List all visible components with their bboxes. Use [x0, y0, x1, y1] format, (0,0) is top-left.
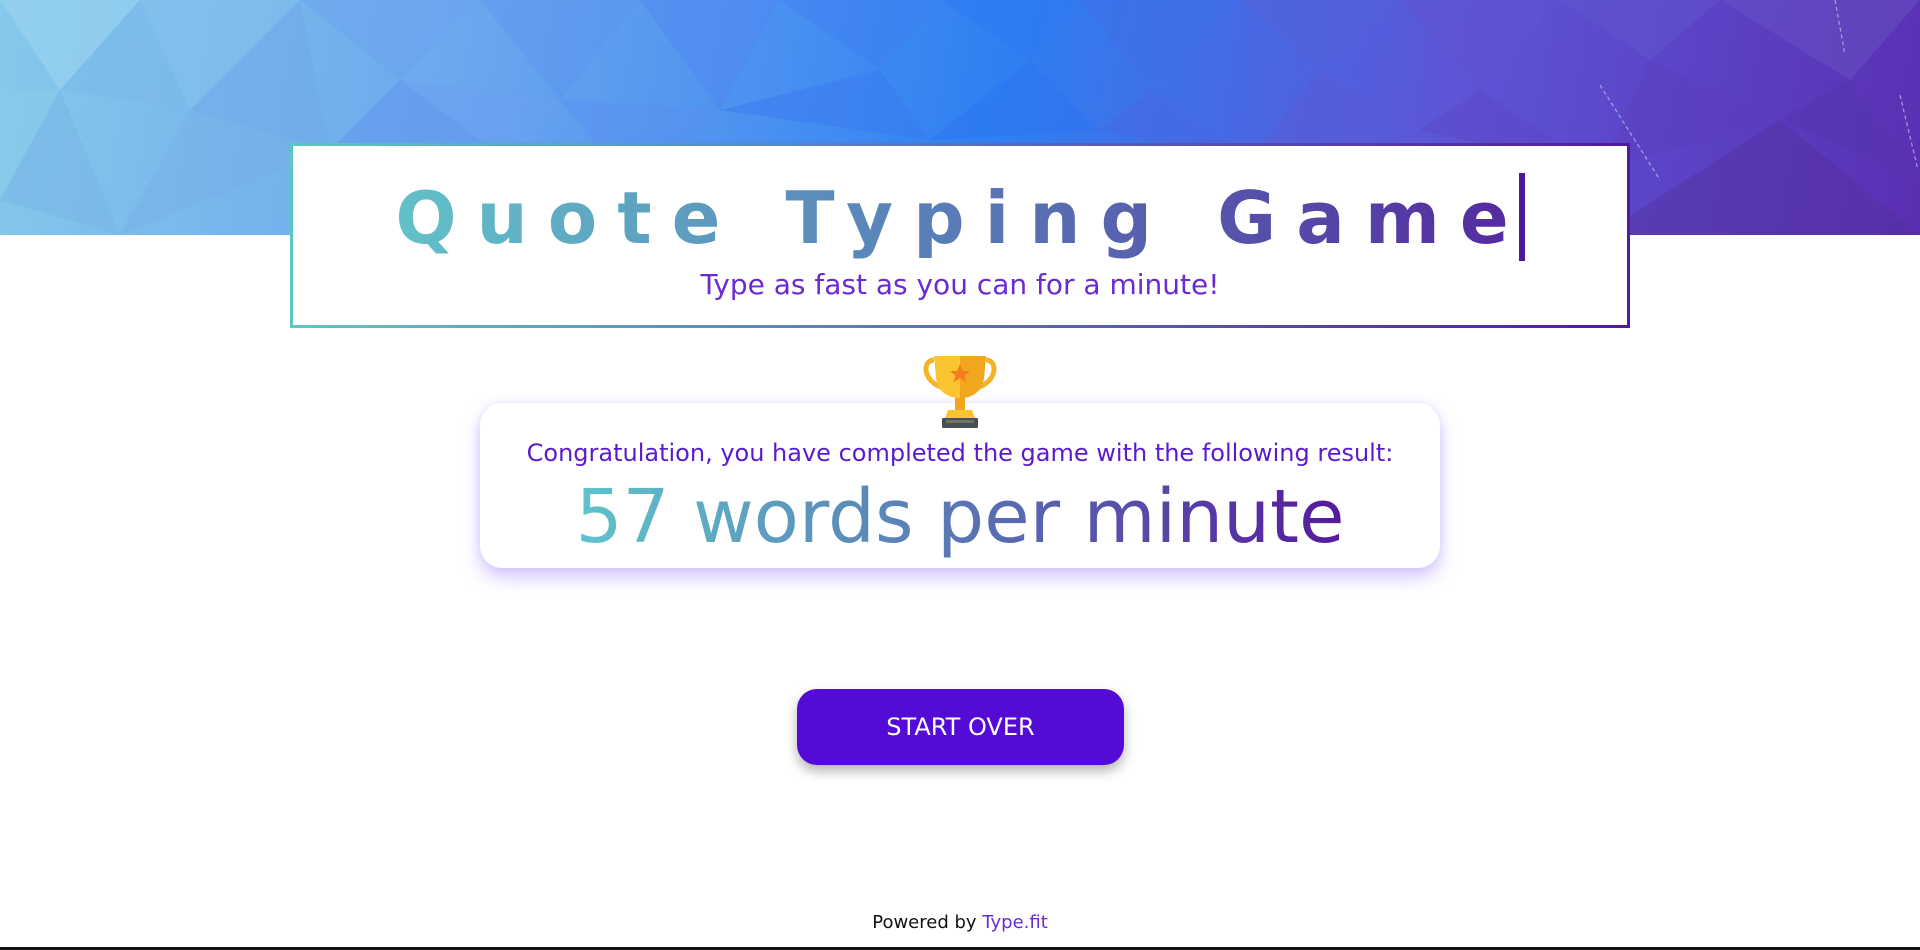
page: Quote Typing Game Type as fast as you ca… [0, 0, 1920, 950]
start-over-button[interactable]: START OVER [797, 689, 1124, 765]
wpm-result: 57 words per minute [575, 474, 1345, 560]
title-card: Quote Typing Game Type as fast as you ca… [290, 143, 1630, 328]
text-cursor [1518, 173, 1525, 261]
trophy-icon [920, 352, 1000, 430]
page-subtitle: Type as fast as you can for a minute! [700, 268, 1220, 301]
result-message: Congratulation, you have completed the g… [526, 439, 1394, 467]
title-card-inner: Quote Typing Game Type as fast as you ca… [293, 146, 1627, 325]
wpm-line: 57 words per minute [480, 473, 1440, 563]
page-title: Quote Typing Game [395, 173, 1528, 263]
footer-prefix: Powered by [872, 912, 983, 933]
footer: Powered by Type.fit [0, 912, 1920, 933]
title-row: Quote Typing Game [293, 173, 1627, 263]
typefit-link[interactable]: Type.fit [982, 912, 1047, 933]
